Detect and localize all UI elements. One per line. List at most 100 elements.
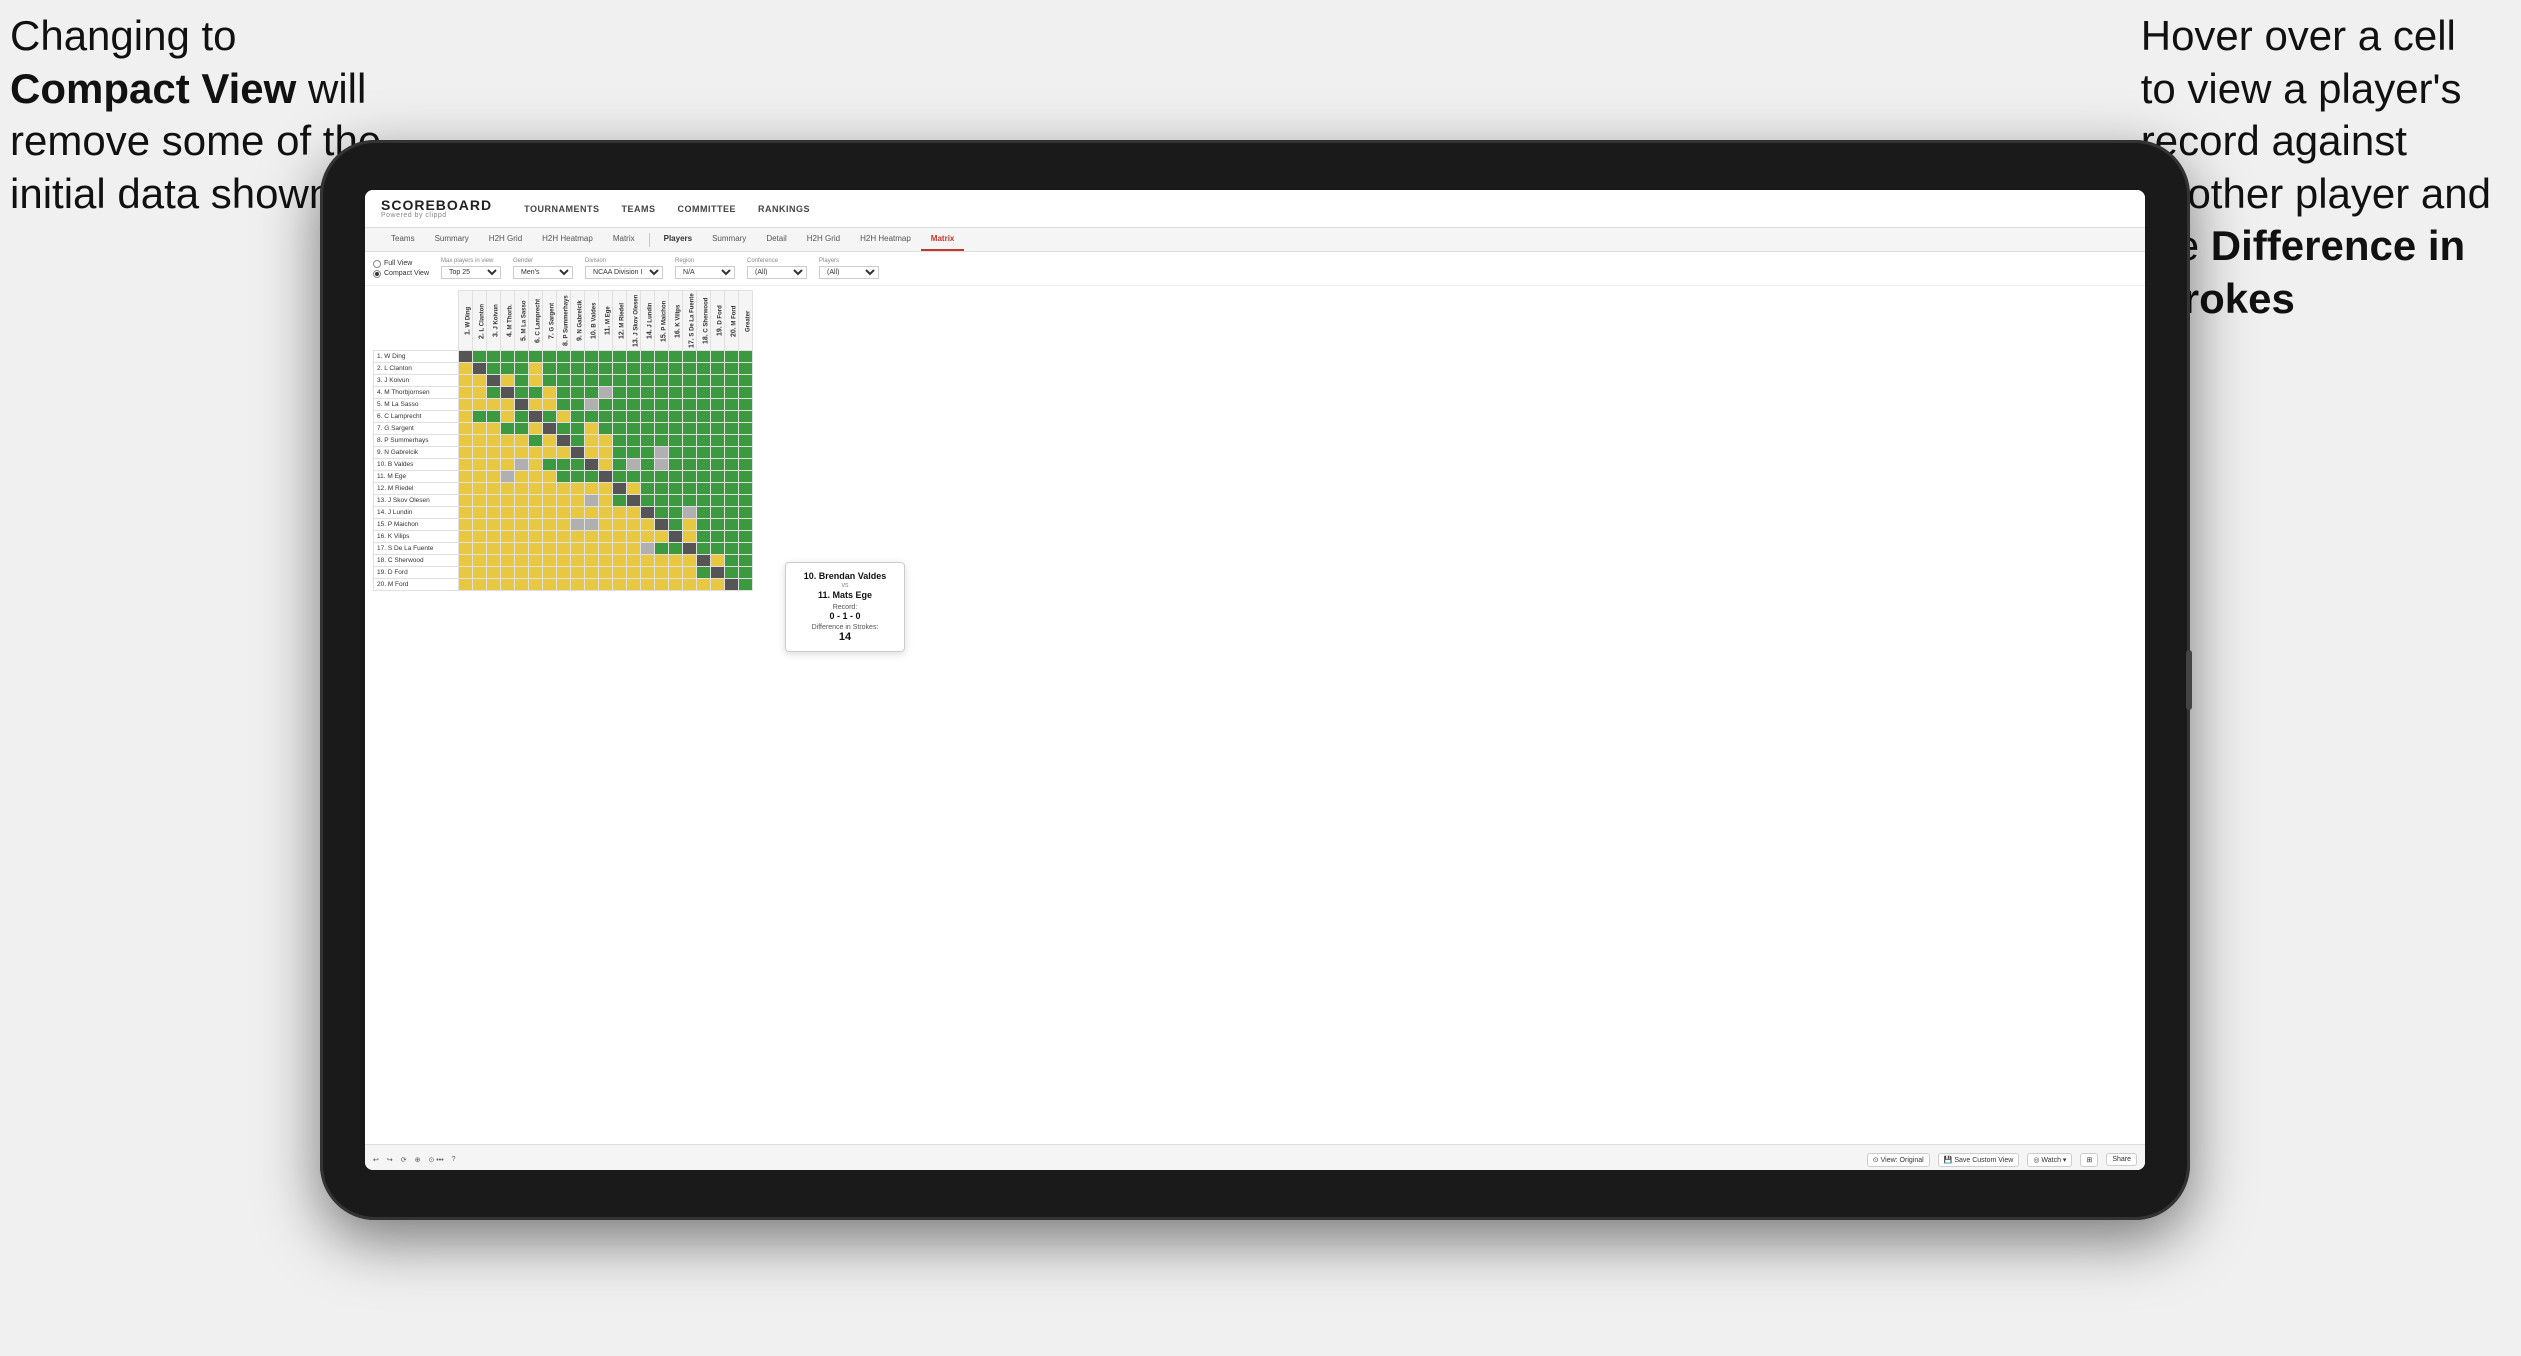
matrix-cell[interactable] — [571, 555, 585, 567]
matrix-cell[interactable] — [725, 495, 739, 507]
matrix-cell[interactable] — [599, 555, 613, 567]
matrix-cell[interactable] — [571, 387, 585, 399]
matrix-cell[interactable] — [487, 363, 501, 375]
matrix-cell[interactable] — [669, 399, 683, 411]
matrix-cell[interactable] — [585, 435, 599, 447]
matrix-cell[interactable] — [683, 567, 697, 579]
matrix-cell[interactable] — [627, 411, 641, 423]
matrix-cell[interactable] — [585, 399, 599, 411]
matrix-cell[interactable] — [599, 483, 613, 495]
matrix-cell[interactable] — [711, 411, 725, 423]
matrix-cell[interactable] — [501, 543, 515, 555]
matrix-cell[interactable] — [697, 351, 711, 363]
matrix-cell[interactable] — [739, 411, 753, 423]
matrix-cell[interactable] — [459, 399, 473, 411]
matrix-cell[interactable] — [711, 435, 725, 447]
matrix-cell[interactable] — [711, 363, 725, 375]
bookmark-btn[interactable]: ⊕ — [415, 1156, 421, 1164]
matrix-cell[interactable] — [585, 519, 599, 531]
matrix-cell[interactable] — [739, 531, 753, 543]
matrix-cell[interactable] — [515, 579, 529, 591]
matrix-cell[interactable] — [487, 435, 501, 447]
matrix-cell[interactable] — [571, 375, 585, 387]
matrix-cell[interactable] — [459, 483, 473, 495]
matrix-cell[interactable] — [725, 375, 739, 387]
matrix-cell[interactable] — [669, 471, 683, 483]
matrix-cell[interactable] — [641, 531, 655, 543]
matrix-cell[interactable] — [613, 399, 627, 411]
matrix-cell[interactable] — [557, 363, 571, 375]
matrix-cell[interactable] — [655, 459, 669, 471]
matrix-cell[interactable] — [627, 399, 641, 411]
region-select[interactable]: N/A — [675, 266, 735, 279]
matrix-cell[interactable] — [473, 471, 487, 483]
matrix-cell[interactable] — [697, 555, 711, 567]
matrix-cell[interactable] — [599, 387, 613, 399]
conference-select[interactable]: (All) — [747, 266, 807, 279]
matrix-cell[interactable] — [529, 531, 543, 543]
matrix-cell[interactable] — [501, 387, 515, 399]
matrix-cell[interactable] — [515, 363, 529, 375]
matrix-cell[interactable] — [543, 423, 557, 435]
matrix-cell[interactable] — [501, 435, 515, 447]
matrix-cell[interactable] — [557, 543, 571, 555]
matrix-cell[interactable] — [501, 375, 515, 387]
nav-teams[interactable]: TEAMS — [619, 200, 657, 218]
matrix-cell[interactable] — [501, 471, 515, 483]
matrix-cell[interactable] — [725, 507, 739, 519]
matrix-cell[interactable] — [543, 507, 557, 519]
matrix-cell[interactable] — [683, 459, 697, 471]
matrix-cell[interactable] — [459, 555, 473, 567]
matrix-cell[interactable] — [641, 423, 655, 435]
matrix-cell[interactable] — [683, 423, 697, 435]
matrix-cell[interactable] — [515, 351, 529, 363]
matrix-cell[interactable] — [529, 399, 543, 411]
matrix-cell[interactable] — [515, 399, 529, 411]
matrix-cell[interactable] — [571, 531, 585, 543]
matrix-cell[interactable] — [529, 483, 543, 495]
matrix-cell[interactable] — [557, 555, 571, 567]
matrix-cell[interactable] — [669, 567, 683, 579]
matrix-cell[interactable] — [627, 387, 641, 399]
matrix-cell[interactable] — [487, 411, 501, 423]
matrix-cell[interactable] — [501, 363, 515, 375]
matrix-cell[interactable] — [739, 471, 753, 483]
matrix-cell[interactable] — [739, 435, 753, 447]
matrix-cell[interactable] — [627, 507, 641, 519]
matrix-cell[interactable] — [515, 411, 529, 423]
matrix-cell[interactable] — [515, 495, 529, 507]
matrix-cell[interactable] — [669, 411, 683, 423]
matrix-cell[interactable] — [697, 447, 711, 459]
matrix-cell[interactable] — [529, 543, 543, 555]
matrix-cell[interactable] — [711, 471, 725, 483]
nav-rankings[interactable]: RANKINGS — [756, 200, 812, 218]
matrix-cell[interactable] — [725, 423, 739, 435]
full-view-radio[interactable] — [373, 260, 381, 268]
sub-nav-h2h-grid1[interactable]: H2H Grid — [479, 228, 532, 251]
matrix-cell[interactable] — [543, 387, 557, 399]
matrix-container[interactable]: 1. W Ding 2. L Clanton 3. J Koivun 4. M … — [365, 286, 2145, 1143]
matrix-cell[interactable] — [473, 459, 487, 471]
matrix-cell[interactable] — [599, 519, 613, 531]
matrix-cell[interactable] — [571, 543, 585, 555]
matrix-cell[interactable] — [613, 543, 627, 555]
players-select[interactable]: (All) — [819, 266, 879, 279]
matrix-cell[interactable] — [669, 435, 683, 447]
matrix-cell[interactable] — [655, 471, 669, 483]
matrix-cell[interactable] — [557, 459, 571, 471]
matrix-cell[interactable] — [697, 579, 711, 591]
matrix-cell[interactable] — [557, 495, 571, 507]
matrix-cell[interactable] — [599, 543, 613, 555]
matrix-cell[interactable] — [529, 411, 543, 423]
matrix-cell[interactable] — [571, 579, 585, 591]
matrix-cell[interactable] — [641, 399, 655, 411]
matrix-cell[interactable] — [487, 387, 501, 399]
matrix-cell[interactable] — [739, 423, 753, 435]
matrix-cell[interactable] — [655, 579, 669, 591]
matrix-cell[interactable] — [683, 471, 697, 483]
matrix-cell[interactable] — [683, 531, 697, 543]
matrix-cell[interactable] — [725, 519, 739, 531]
matrix-cell[interactable] — [515, 567, 529, 579]
matrix-cell[interactable] — [627, 375, 641, 387]
matrix-cell[interactable] — [571, 351, 585, 363]
